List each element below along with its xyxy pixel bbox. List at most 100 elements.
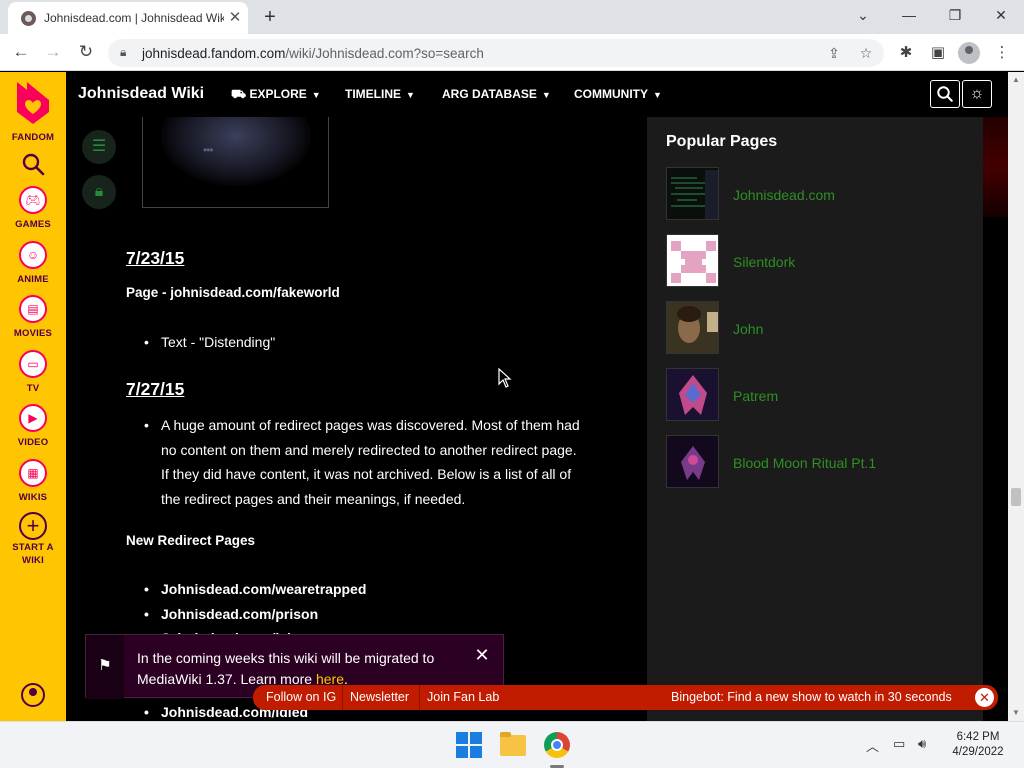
windows-start-icon[interactable] (456, 732, 482, 758)
play-icon[interactable]: ▶ (19, 404, 47, 432)
start-wiki-label-2[interactable]: WIKI (0, 555, 66, 566)
star-icon[interactable]: ☆ (856, 43, 876, 63)
redirect-item: Johnisdead.com/wearetrapped (144, 577, 611, 602)
migration-text: In the coming weeks this wiki will be mi… (137, 650, 435, 687)
thumbnail[interactable] (666, 234, 719, 287)
redirect-item: Johnisdead.com/prison (144, 602, 611, 627)
anime-icon[interactable]: ☺ (19, 241, 47, 269)
start-wiki-label-1[interactable]: START A (0, 542, 66, 553)
rail-item-video[interactable]: VIDEO (0, 437, 66, 448)
bingebot-link[interactable]: Bingebot: Find a new show to watch in 30… (671, 690, 952, 704)
newsletter-link[interactable]: Newsletter (350, 690, 409, 704)
back-icon[interactable]: ← (9, 41, 33, 63)
subheading: New Redirect Pages (126, 533, 256, 548)
popular-link[interactable]: Patrem (733, 388, 778, 404)
sun-icon: ☼ (969, 85, 985, 102)
restore-button[interactable]: ❐ (940, 4, 970, 26)
wiki-name[interactable]: Johnisdead Wiki (78, 85, 204, 103)
page-label: Page - johnisdead.com/fakeworld (126, 285, 340, 300)
rail-item-tv[interactable]: TV (0, 383, 66, 394)
reload-icon[interactable]: ↻ (74, 41, 98, 63)
image-glow (161, 117, 311, 186)
file-explorer-icon[interactable] (500, 732, 526, 756)
book-icon[interactable]: ▦ (19, 459, 47, 487)
gamepad-icon[interactable]: 🎮︎ (19, 186, 47, 214)
lock-icon[interactable]: 🔒︎ (82, 175, 116, 209)
article-image[interactable]: ... (142, 117, 329, 208)
tab-search-chevron-down-icon[interactable]: ⌄ (848, 4, 878, 26)
fandom-global-nav: FANDOM 🎮︎ GAMES ☺ ANIME ▤ MOVIES ▭ TV ▶ … (0, 72, 66, 721)
browser-toolbar: ← → ↻ 🔒︎ johnisdead.fandom.com/wiki/John… (0, 34, 1024, 71)
search-icon (937, 86, 953, 102)
wiki-search-button[interactable] (930, 80, 960, 108)
scroll-up-icon[interactable]: ▲ (1008, 72, 1024, 88)
nav-arg-database[interactable]: ARG DATABASE ▼ (442, 87, 551, 101)
menu-icon[interactable]: ⋮ (991, 42, 1013, 64)
clock-date: 4/29/2022 (952, 746, 1004, 758)
new-tab-button[interactable]: + (258, 6, 282, 28)
fandom-brand-label[interactable]: FANDOM (0, 132, 66, 143)
scroll-down-icon[interactable]: ▼ (1008, 705, 1024, 721)
network-icon[interactable]: ▭ (893, 736, 905, 752)
mouse-cursor-icon (498, 368, 512, 388)
thumbnail[interactable] (666, 368, 719, 421)
popular-pages-title: Popular Pages (666, 133, 778, 150)
close-icon[interactable]: ✕ (472, 645, 492, 665)
volume-icon[interactable]: 🔊︎ (918, 736, 926, 752)
list-item: Text - "Distending" (144, 330, 611, 355)
theme-toggle-button[interactable]: ☼ (962, 80, 992, 108)
follow-ig-link[interactable]: Follow on IG (266, 690, 336, 704)
flag-icon: ⚑ (86, 635, 124, 699)
windows-taskbar: ︿ ▭ 🔊︎ 6:42 PM 4/29/2022 (0, 721, 1024, 768)
popular-link[interactable]: John (733, 321, 763, 337)
close-icon[interactable]: ✕ (975, 688, 994, 707)
nav-community[interactable]: COMMUNITY ▼ (574, 87, 662, 101)
section-date-heading: 7/23/15 (126, 248, 185, 268)
tv-icon[interactable]: ▭ (19, 350, 47, 378)
minimize-button[interactable]: — (894, 4, 924, 26)
nav-timeline[interactable]: TIMELINE ▼ (345, 87, 415, 101)
scrollbar-thumb[interactable] (1011, 488, 1021, 506)
sidepanel-icon[interactable]: ▣ (927, 42, 949, 64)
address-bar[interactable]: 🔒︎ johnisdead.fandom.com/wiki/Johnisdead… (108, 39, 884, 67)
plus-icon[interactable]: + (19, 512, 47, 540)
thumbnail[interactable] (666, 435, 719, 488)
forward-icon[interactable]: → (41, 41, 65, 63)
fandom-logo-icon[interactable] (13, 80, 53, 126)
browser-tab[interactable]: Johnisdead.com | Johnisdead Wiki ✕ (8, 2, 248, 34)
rail-item-anime[interactable]: ANIME (0, 274, 66, 285)
chevron-up-icon[interactable]: ︿ (866, 736, 879, 755)
chrome-icon[interactable] (544, 732, 570, 758)
thumbnail[interactable] (666, 167, 719, 220)
search-icon[interactable] (21, 152, 45, 176)
film-icon[interactable]: ▤ (19, 295, 47, 323)
caret-down-icon: ▼ (541, 90, 551, 100)
toc-list-icon[interactable]: ☰ (82, 130, 116, 164)
share-icon[interactable]: ⇪ (824, 43, 844, 63)
popular-link[interactable]: Johnisdead.com (733, 187, 835, 203)
profile-icon[interactable] (958, 42, 980, 64)
explore-icon: ⛟ (231, 87, 250, 101)
join-fan-lab-link[interactable]: Join Fan Lab (427, 690, 499, 704)
nav-explore[interactable]: ⛟ EXPLORE ▼ (231, 87, 321, 103)
popular-link[interactable]: Silentdork (733, 254, 795, 270)
tab-close-icon[interactable]: ✕ (226, 9, 244, 27)
image-text: ... (203, 138, 213, 155)
caret-down-icon: ▼ (653, 90, 662, 100)
rail-item-wikis[interactable]: WIKIS (0, 492, 66, 503)
divider (419, 685, 420, 710)
page-scrollbar[interactable]: ▲ ▼ (1008, 72, 1024, 721)
system-clock[interactable]: 6:42 PM 4/29/2022 (948, 730, 1008, 760)
lock-icon[interactable]: 🔒︎ (120, 45, 134, 59)
list-item: A huge amount of redirect pages was disc… (144, 413, 611, 511)
extensions-icon[interactable]: ✱ (895, 42, 917, 64)
rail-item-games[interactable]: GAMES (0, 219, 66, 230)
clock-time: 6:42 PM (956, 731, 1000, 743)
rail-item-movies[interactable]: MOVIES (0, 328, 66, 339)
wiki-header: Johnisdead Wiki ⛟ EXPLORE ▼ TIMELINE ▼ ARG… (66, 72, 1008, 117)
popular-link[interactable]: Blood Moon Ritual Pt.1 (733, 455, 876, 471)
thumbnail[interactable] (666, 301, 719, 354)
close-window-button[interactable]: ✕ (986, 4, 1016, 26)
url-text[interactable]: johnisdead.fandom.com/wiki/Johnisdead.co… (142, 46, 484, 61)
user-account-icon[interactable] (21, 683, 45, 707)
